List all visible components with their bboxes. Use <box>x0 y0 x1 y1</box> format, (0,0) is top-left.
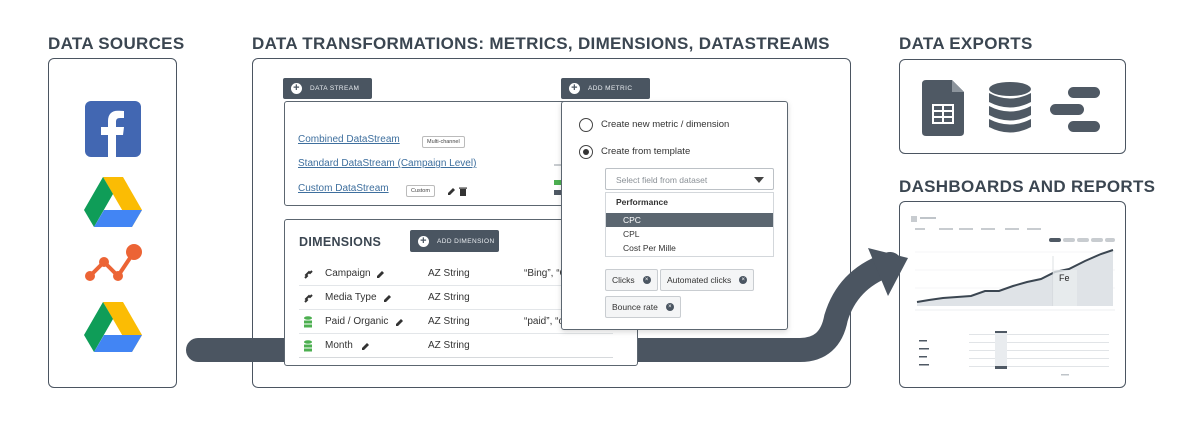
edit-icon[interactable] <box>384 294 392 302</box>
radio-create-template-label: Create from template <box>601 146 691 157</box>
plug-icon <box>304 294 313 303</box>
plug-icon <box>304 270 313 279</box>
close-icon[interactable]: × <box>739 276 748 284</box>
plus-icon: + <box>569 83 580 94</box>
custom-datastream-link[interactable]: Custom DataStream <box>298 183 389 194</box>
dropdown-item-cpm[interactable]: Cost Per Mille <box>606 241 773 255</box>
database-small-icon <box>304 316 312 328</box>
add-metric-popup: Create new metric / dimension Create fro… <box>561 101 788 330</box>
dimensions-title: DIMENSIONS <box>299 235 382 249</box>
multi-channel-chip[interactable]: Multi-channel <box>422 136 465 148</box>
tag-bounce-rate[interactable]: Bounce rate × <box>605 296 681 318</box>
chevron-down-icon <box>754 177 764 183</box>
field-dropdown: Performance CPC CPL Cost Per Mille <box>605 192 774 257</box>
add-metric-button[interactable]: + ADD METRIC <box>561 78 650 99</box>
radio-create-new-label: Create new metric / dimension <box>601 119 730 130</box>
plus-icon: + <box>291 83 302 94</box>
database-small-icon <box>304 340 312 352</box>
edit-delete-icons[interactable] <box>447 186 469 196</box>
data-stream-button[interactable]: + DATA STREAM <box>283 78 372 99</box>
plus-icon: + <box>418 235 429 247</box>
add-dimension-button[interactable]: + ADD DIMENSION <box>410 230 499 252</box>
dropdown-item-cpl[interactable]: CPL <box>606 227 773 241</box>
dimension-row[interactable]: Month AZ String <box>299 334 613 358</box>
radio-create-template[interactable] <box>579 145 593 159</box>
dropdown-group-header: Performance <box>616 197 668 207</box>
combined-datastream-link[interactable]: Combined DataStream <box>298 134 400 145</box>
radio-create-new[interactable] <box>579 118 593 132</box>
edit-icon[interactable] <box>377 270 385 278</box>
standard-datastream-link[interactable]: Standard DataStream (Campaign Level) <box>298 158 476 169</box>
tag-automated-clicks[interactable]: Automated clicks × <box>660 269 755 291</box>
edit-icon[interactable] <box>396 318 404 326</box>
close-icon[interactable]: × <box>665 303 674 311</box>
dropdown-item-cpc[interactable]: CPC <box>606 213 773 227</box>
close-icon[interactable]: × <box>642 276 651 284</box>
tag-clicks[interactable]: Clicks × <box>605 269 658 291</box>
custom-chip[interactable]: Custom <box>406 185 435 197</box>
field-select[interactable]: Select field from dataset <box>605 168 774 190</box>
edit-icon[interactable] <box>362 342 370 350</box>
